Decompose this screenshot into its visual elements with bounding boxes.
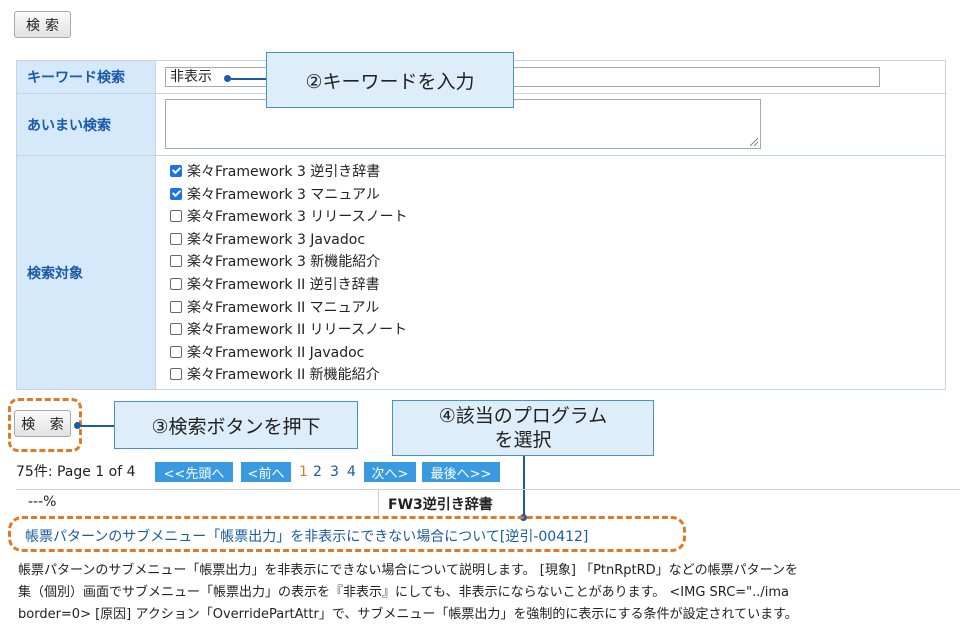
select-callout-line2: を選択 <box>494 429 552 451</box>
search-target-option[interactable]: 楽々Framework 3 逆引き辞書 <box>170 160 380 182</box>
search-target-option[interactable]: 楽々Framework II マニュアル <box>170 296 379 318</box>
search-target-option[interactable]: 楽々Framework II Javadoc <box>170 341 364 363</box>
keyword-label: キーワード検索 <box>17 61 155 93</box>
pager-first-button[interactable]: <<先頭へ <box>155 462 233 482</box>
checkbox-unchecked[interactable] <box>170 278 182 290</box>
search-callout-dot <box>74 422 81 429</box>
checkbox-unchecked[interactable] <box>170 323 182 336</box>
result-title-link[interactable]: 帳票パターンのサブメニュー「帳票出力」を非表示にできない場合について[逆引-00… <box>25 526 588 546</box>
target-label: 検索対象 <box>17 156 155 389</box>
search-target-label: 楽々Framework 3 逆引き辞書 <box>187 164 381 180</box>
pager-next-button[interactable]: 次へ> <box>364 462 416 482</box>
search-target-label: 楽々Framework II 新機能紹介 <box>187 367 380 384</box>
select-callout-line1: ④該当のプログラム <box>438 405 608 427</box>
search-form: キーワード検索 あいまい検索 検索対象 非表示 <box>16 60 946 390</box>
search-callout: ③検索ボタンを押下 <box>114 401 358 449</box>
fuzzy-label: あいまい検索 <box>17 94 155 155</box>
pager-page-1[interactable]: 1 <box>299 462 308 482</box>
search-target-option[interactable]: 楽々Framework II 逆引き辞書 <box>170 273 380 295</box>
checkbox-unchecked[interactable] <box>170 255 182 268</box>
search-target-option[interactable]: 楽々Framework 3 リリースノート <box>170 205 408 227</box>
keyword-callout-dot <box>224 75 231 82</box>
checkbox-checked[interactable] <box>170 165 182 177</box>
search-target-option[interactable]: 楽々Framework 3 マニュアル <box>170 183 380 205</box>
bottom-search-button[interactable]: 検 索 <box>14 410 71 437</box>
checkbox-unchecked[interactable] <box>170 210 182 223</box>
col-category: FW3逆引き辞書 <box>388 497 493 513</box>
search-target-label: 楽々Framework II リリースノート <box>187 322 407 339</box>
result-snippet-line3: border=0> [原因] アクション「OverridePartAttr」で、… <box>18 607 798 622</box>
pager-page-4[interactable]: 4 <box>347 462 356 482</box>
keyword-callout-line <box>231 78 267 80</box>
checkbox-unchecked[interactable] <box>170 345 182 358</box>
top-search-button[interactable]: 検索 <box>14 11 71 38</box>
textarea-resize-handle[interactable] <box>750 138 758 146</box>
pager-page-2[interactable]: 2 <box>313 462 322 482</box>
search-target-label: 楽々Framework 3 新機能紹介 <box>187 254 381 271</box>
search-target-label: 楽々Framework II 逆引き辞書 <box>187 277 380 293</box>
search-target-option[interactable]: 楽々Framework II リリースノート <box>170 318 407 340</box>
search-target-label: 楽々Framework 3 リリースノート <box>187 209 408 226</box>
search-target-label: 楽々Framework 3 マニュアル <box>187 186 380 203</box>
search-target-option[interactable]: 楽々Framework 3 Javadoc <box>170 228 365 250</box>
result-summary: 75件: Page 1 of 4 <box>16 464 136 480</box>
checkbox-unchecked[interactable] <box>170 300 182 313</box>
checkbox-unchecked[interactable] <box>170 232 182 245</box>
search-target-label: 楽々Framework 3 Javadoc <box>187 231 366 248</box>
checkbox-checked[interactable] <box>170 187 182 200</box>
search-callout-line <box>81 425 115 427</box>
result-snippet-line1: 帳票パターンのサブメニュー「帳票出力」を非表示にできない場合について説明します。… <box>18 563 799 578</box>
search-target-label: 楽々Framework II マニュアル <box>187 299 380 316</box>
checkbox-unchecked[interactable] <box>170 368 182 381</box>
pager-last-button[interactable]: 最後へ>> <box>422 462 500 482</box>
pager-prev-button[interactable]: <前へ <box>241 462 291 482</box>
keyword-callout: ②キーワードを入力 <box>266 52 514 108</box>
search-target-option[interactable]: 楽々Framework II 新機能紹介 <box>170 363 380 385</box>
select-callout: ④該当のプログラム を選択 <box>392 400 654 456</box>
col-score: ---% <box>28 494 57 510</box>
pager-page-3[interactable]: 3 <box>330 462 339 482</box>
result-snippet-line2: 集（個別）画面でサブメニュー「帳票出力」の表示を『非表示』にしても、非表示になら… <box>18 585 790 600</box>
search-target-label: 楽々Framework II Javadoc <box>187 344 365 361</box>
search-target-option[interactable]: 楽々Framework 3 新機能紹介 <box>170 250 380 272</box>
results-col-divider <box>378 489 379 517</box>
